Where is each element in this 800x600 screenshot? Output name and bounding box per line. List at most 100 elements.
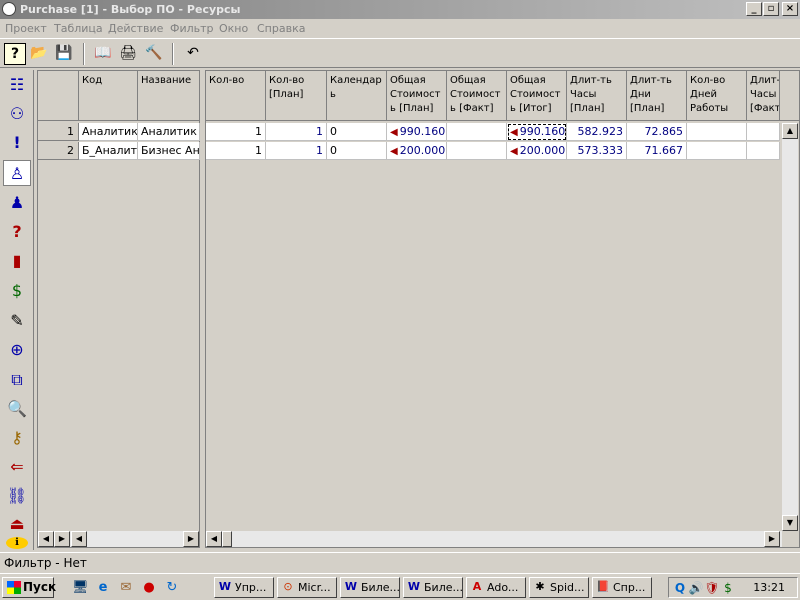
network-icon[interactable]: $ — [720, 580, 736, 596]
close-button[interactable]: × — [782, 2, 798, 16]
taskbar-item[interactable]: ✱ Spid... — [529, 577, 589, 598]
cell-code[interactable]: Аналитик — [79, 123, 138, 141]
title-bar[interactable]: Purchase [1] - Выбор ПО - Ресурсы _ ▫ × — [0, 0, 800, 19]
calendar-search-icon[interactable]: 🔍 — [3, 396, 31, 422]
menu-filter[interactable]: Фильтр — [170, 22, 214, 35]
undo-icon[interactable]: ↶ — [182, 43, 204, 65]
exit-icon[interactable]: ⏏ — [3, 511, 31, 537]
calendar-globe-icon[interactable]: ⊕ — [3, 337, 31, 363]
taskbar-item[interactable]: ⊙ Micr... — [277, 577, 337, 598]
media-icon[interactable]: ● — [141, 580, 157, 596]
column-header-days-plan[interactable]: Длит-ть Дни [План] — [627, 71, 687, 121]
vertical-scrollbar[interactable]: ▲ ▼ — [782, 123, 798, 531]
scroll-right-arrow-icon[interactable]: ▶ — [54, 531, 70, 547]
cell-cost-plan[interactable]: ◀ 200.000 — [387, 142, 447, 160]
cell-qty[interactable]: 1 — [206, 142, 266, 160]
cell-qty-plan[interactable]: 1 — [266, 142, 327, 160]
help-icon[interactable]: ? — [4, 43, 26, 65]
cell-hours-fact[interactable] — [747, 123, 780, 141]
print-icon[interactable]: 🖨 — [117, 43, 139, 65]
menu-table[interactable]: Таблица — [54, 22, 103, 35]
minimize-button[interactable]: _ — [746, 2, 762, 16]
calendar-arrow-icon[interactable]: ⇐ — [3, 454, 31, 480]
cell-hours-plan[interactable]: 582.923 — [567, 123, 627, 141]
cell-cost-total[interactable]: ◀ 990.160 — [507, 123, 567, 141]
column-header-name[interactable]: Название — [138, 71, 200, 121]
cell-work-days[interactable] — [687, 123, 747, 141]
column-header-qty-plan[interactable]: Кол-во [План] — [266, 71, 327, 121]
scroll-right-arrow-icon[interactable]: ▶ — [183, 531, 199, 547]
scroll-up-arrow-icon[interactable]: ▲ — [782, 123, 798, 139]
column-header-code[interactable]: Код — [79, 71, 138, 121]
cell-cost-fact[interactable] — [447, 142, 507, 160]
horizontal-scrollbar-right[interactable]: ◀ ▶ — [206, 531, 782, 547]
cell-hours-plan[interactable]: 573.333 — [567, 142, 627, 160]
calendar-key-icon[interactable]: ⚷ — [3, 425, 31, 451]
column-header-hours-plan[interactable]: Длит-ть Часы [План] — [567, 71, 627, 121]
scroll-right-arrow-icon[interactable]: ▶ — [764, 531, 780, 547]
maximize-button[interactable]: ▫ — [763, 2, 779, 16]
cell-days-plan[interactable]: 71.667 — [627, 142, 687, 160]
cell-cost-fact[interactable] — [447, 123, 507, 141]
column-header-cost-plan[interactable]: Общая Стоимост ь [План] — [387, 71, 447, 121]
hierarchy-icon[interactable]: ☷ — [3, 72, 31, 98]
menu-help[interactable]: Справка — [257, 22, 305, 35]
cell-hours-fact[interactable] — [747, 142, 780, 160]
calendar-note-icon[interactable]: ✎ — [3, 308, 31, 334]
taskbar-item[interactable]: W Упр... — [214, 577, 274, 598]
open-folder-icon[interactable]: 📂 — [28, 43, 50, 65]
menu-action[interactable]: Действие — [108, 22, 163, 35]
alert-icon[interactable]: ! — [3, 130, 31, 156]
scroll-left-arrow-icon[interactable]: ◀ — [38, 531, 54, 547]
cell-cost-plan[interactable]: ◀ 990.160 — [387, 123, 447, 141]
save-icon[interactable]: 💾 — [53, 43, 75, 65]
ie-icon[interactable]: e — [95, 580, 111, 596]
antivirus-icon[interactable]: 🛡 — [704, 580, 720, 596]
clock[interactable]: 13:21 — [753, 581, 785, 594]
cell-name[interactable]: Бизнес Ан — [138, 142, 200, 160]
volume-icon[interactable]: 🔊 — [688, 580, 704, 596]
show-desktop-icon[interactable]: 🖥 — [72, 580, 89, 596]
calendar-link-icon[interactable]: ⧉ — [3, 367, 31, 393]
cell-name[interactable]: Аналитик — [138, 123, 200, 141]
scroll-left-arrow-icon[interactable]: ◀ — [206, 531, 222, 547]
app-icon[interactable] — [2, 2, 16, 16]
scroll-down-arrow-icon[interactable]: ▼ — [782, 515, 798, 531]
info-icon[interactable]: ℹ — [6, 537, 28, 549]
org-chart-icon[interactable]: ⚇ — [3, 101, 31, 127]
outlook-icon[interactable]: ✉ — [118, 580, 134, 596]
scroll-left-arrow-icon[interactable]: ◀ — [71, 531, 87, 547]
resource-person-icon[interactable]: ♙ — [3, 160, 31, 186]
start-button[interactable]: Пуск — [2, 577, 56, 598]
taskbar-item[interactable]: W Биле... — [403, 577, 463, 598]
cell-cost-total[interactable]: ◀ 200.000 — [507, 142, 567, 160]
column-header-hours-fact[interactable]: Длит- Часы [Факт — [747, 71, 780, 121]
quicktime-icon[interactable]: Q — [672, 580, 688, 596]
taskbar-item[interactable]: W Биле... — [340, 577, 400, 598]
question-group-icon[interactable]: ? — [3, 219, 31, 245]
menu-window[interactable]: Окно — [219, 22, 248, 35]
column-header-cost-total[interactable]: Общая Стоимост ь [Итог] — [507, 71, 567, 121]
column-header-calendar[interactable]: Календар ь — [327, 71, 387, 121]
cell-qty[interactable]: 1 — [206, 123, 266, 141]
taskbar-item[interactable]: 📕 Спр... — [592, 577, 652, 598]
taskbar-item[interactable]: A Ado... — [466, 577, 526, 598]
row-number[interactable]: 2 — [38, 142, 79, 160]
book-red-icon[interactable]: ▮ — [3, 248, 31, 274]
cell-code[interactable]: Б_Аналит — [79, 142, 138, 160]
cell-calendar[interactable]: 0 — [327, 142, 387, 160]
horizontal-scrollbar-left[interactable]: ◀ ▶ ◀ ▶ — [38, 531, 199, 547]
cell-work-days[interactable] — [687, 142, 747, 160]
refresh-icon[interactable]: ↻ — [164, 580, 180, 596]
column-header-qty[interactable]: Кол-во — [206, 71, 266, 121]
scroll-thumb[interactable] — [222, 531, 232, 547]
cell-days-plan[interactable]: 72.865 — [627, 123, 687, 141]
book-icon[interactable]: 📖 — [92, 43, 114, 65]
menu-project[interactable]: Проект — [5, 22, 47, 35]
column-header-work-days[interactable]: Кол-во Дней Работы — [687, 71, 747, 121]
cell-qty-plan[interactable]: 1 — [266, 123, 327, 141]
cell-calendar[interactable]: 0 — [327, 123, 387, 141]
hammer-icon[interactable]: 🔨 — [143, 43, 165, 65]
row-number[interactable]: 1 — [38, 123, 79, 141]
cost-icon[interactable]: $ — [3, 278, 31, 304]
